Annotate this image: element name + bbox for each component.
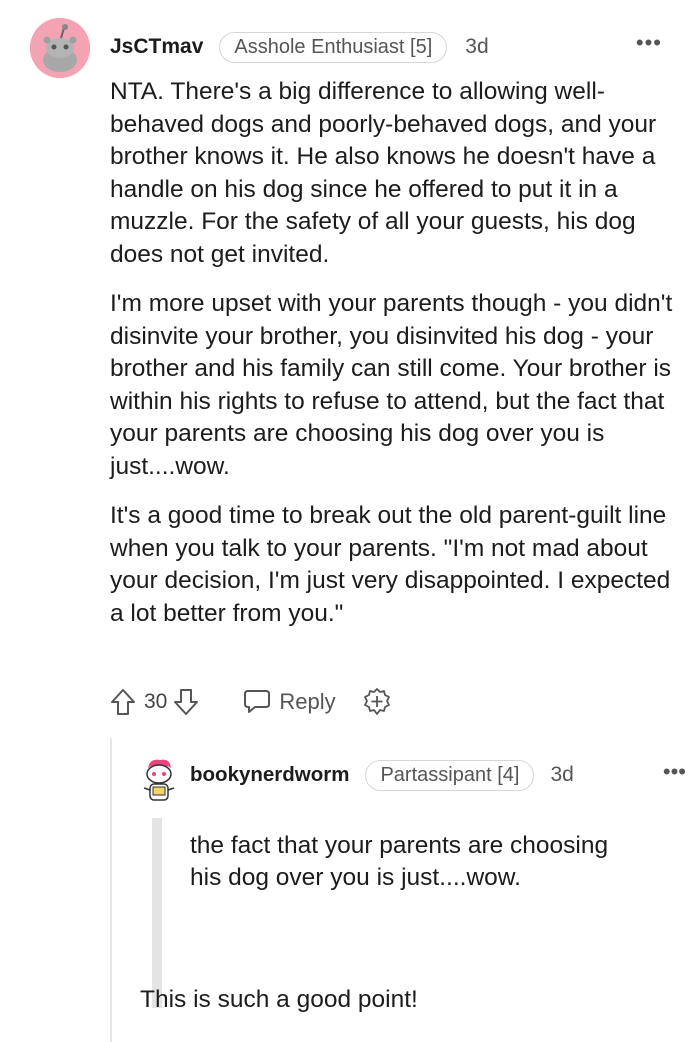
thread-line[interactable] [110,738,112,1042]
user-flair: Partassipant [4] [365,759,535,791]
user-flair: Asshole Enthusiast [5] [219,31,448,63]
arrow-up-icon[interactable] [110,688,136,716]
more-options-icon[interactable]: ••• [636,32,662,54]
award-plus-icon[interactable] [362,687,392,717]
arrow-down-icon[interactable] [173,688,199,716]
user-avatar[interactable] [140,756,178,804]
user-avatar[interactable] [30,18,90,78]
reply-label: Reply [279,689,336,714]
comment-age: 3d [550,763,574,786]
vote-score: 30 [144,690,168,713]
username[interactable]: bookynerdworm [190,763,349,787]
reply-button[interactable]: Reply [243,689,336,715]
blockquote-text: the fact that your parents are choosing … [190,832,609,891]
comment-age: 3d [465,35,489,58]
comment-paragraph: It's a good time to break out the old pa… [110,502,671,627]
snoo-avatar-icon [30,18,90,78]
speech-bubble-icon [243,689,271,715]
more-options-icon[interactable]: ••• [663,761,686,783]
comment-paragraph: I'm more upset with your parents though … [110,290,673,480]
username[interactable]: JsCTmav [110,35,203,59]
snoo-avatar-icon [143,759,175,801]
comment-body: NTA. There's a big difference to allowin… [110,76,675,647]
comment-actions: 30 Reply [110,684,392,720]
comment-paragraph: NTA. There's a big difference to allowin… [110,78,657,268]
comment-header: JsCTmav Asshole Enthusiast [5] 3d [110,30,489,64]
reply-body: This is such a good point! [140,986,418,1013]
comment-header: bookynerdworm Partassipant [4] 3d [190,758,574,792]
blockquote-bar [152,818,162,1008]
